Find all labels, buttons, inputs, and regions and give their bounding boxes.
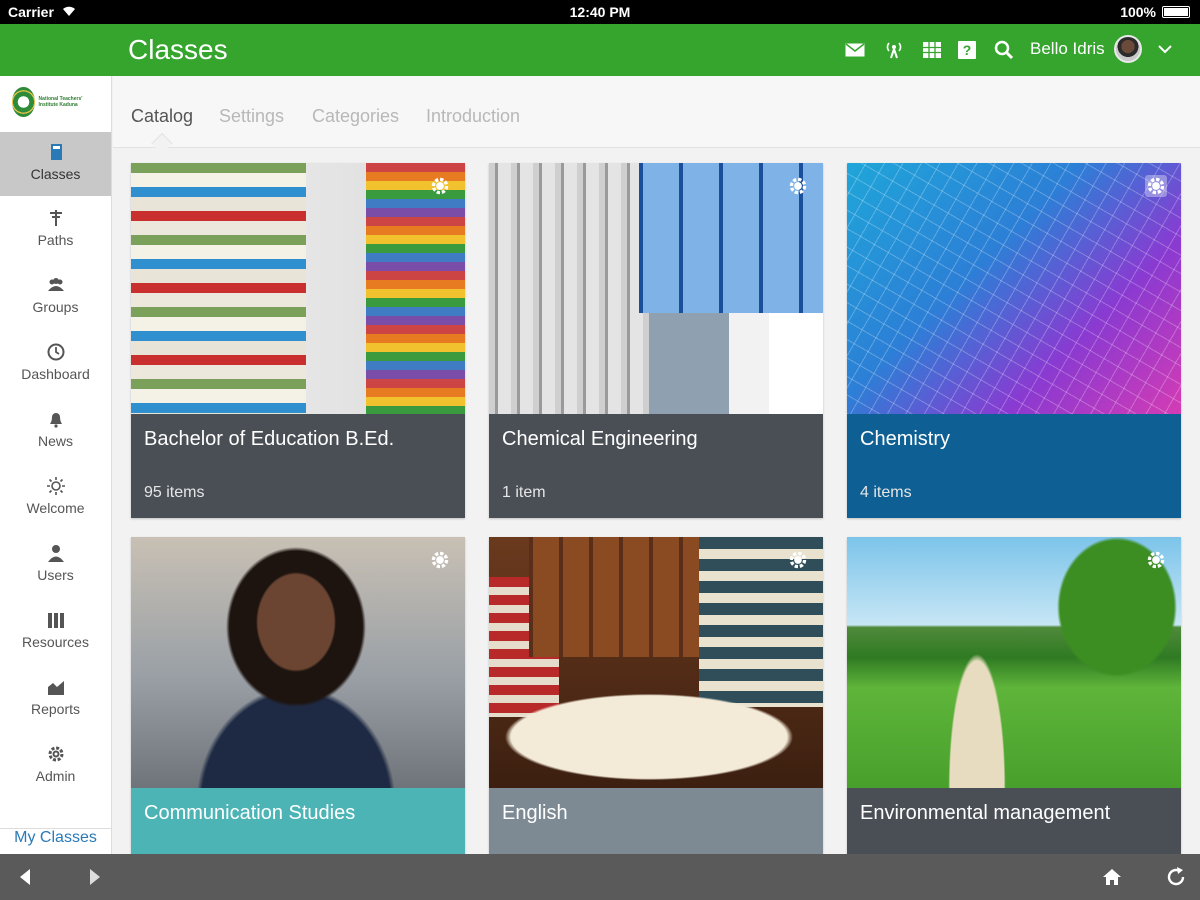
sidebar-item-label: Groups [32,299,79,315]
tab-settings[interactable]: Settings [219,106,284,127]
settings-gear-icon[interactable] [1145,175,1167,197]
status-time: 12:40 PM [569,4,631,20]
sidebar-item-label: Resources [22,634,89,650]
class-image [847,163,1181,414]
back-arrow-icon[interactable] [14,865,38,889]
status-bar: Carrier 12:40 PM 100% [0,0,1200,24]
card-caption: Bachelor of Education B.Ed. 95 items [131,414,465,518]
class-title: English [502,802,568,824]
class-image [131,163,465,414]
sidebar: National Teachers' Institute Kaduna Clas… [0,76,112,854]
gear-icon [48,746,63,762]
card-caption: Chemistry 4 items [847,414,1181,518]
settings-gear-icon[interactable] [429,549,451,571]
class-card[interactable]: Communication Studies [131,537,465,854]
class-image [847,537,1181,788]
tab-bar: Catalog Settings Categories Introduction [113,76,1200,148]
card-caption: Environmental management [847,788,1181,854]
class-card[interactable]: Chemical Engineering 1 item [489,163,823,518]
seal-icon [12,87,35,117]
help-icon[interactable]: ? [955,38,979,62]
class-title: Chemical Engineering [502,428,698,450]
class-item-count: 1 item [502,484,546,501]
sidebar-item-classes[interactable]: Classes [0,132,111,196]
svg-text:?: ? [963,42,972,58]
class-card[interactable]: Bachelor of Education B.Ed. 95 items [131,163,465,518]
sidebar-item-label: Classes [30,166,81,182]
sidebar-item-groups[interactable]: Groups [0,265,111,329]
settings-gear-icon[interactable] [787,549,809,571]
sidebar-item-label: Admin [35,768,76,784]
battery-icon [1162,6,1190,18]
battery-percent: 100% [1120,4,1156,20]
search-icon[interactable] [992,38,1016,62]
avatar[interactable] [1114,35,1142,63]
mail-icon[interactable] [843,38,867,62]
class-item-count: 4 items [860,484,912,501]
signal-icon[interactable] [882,38,906,62]
sidebar-item-reports[interactable]: Reports [0,667,111,731]
settings-gear-icon[interactable] [1145,549,1167,571]
sidebar-item-label: Dashboard [21,366,90,382]
signpost-icon [49,210,62,226]
class-item-count: 95 items [144,484,205,501]
class-image [489,537,823,788]
class-card[interactable]: Chemistry 4 items [847,163,1181,518]
sidebar-item-label: News [37,433,73,449]
home-icon[interactable] [1100,865,1124,889]
class-card[interactable]: Environmental management [847,537,1181,854]
user-name[interactable]: Bello Idris [1030,39,1105,59]
library-icon [47,613,64,628]
logo: National Teachers' Institute Kaduna [12,86,102,118]
class-title: Bachelor of Education B.Ed. [144,428,395,450]
tab-categories[interactable]: Categories [312,106,399,127]
my-classes-link[interactable]: My Classes [0,828,111,854]
clock-icon [47,343,64,361]
sidebar-item-label: Users [37,567,74,583]
sidebar-item-welcome[interactable]: Welcome [0,466,111,530]
sidebar-item-paths[interactable]: Paths [0,198,111,262]
app-header: Classes ? Bello Idris [0,24,1200,76]
bell-icon [49,413,62,428]
sidebar-item-users[interactable]: Users [0,533,111,597]
class-image [131,537,465,788]
user-icon [47,545,64,562]
sidebar-item-label: Reports [30,701,81,717]
chart-icon [47,681,64,695]
chevron-down-icon[interactable] [1156,40,1174,58]
class-image [489,163,823,414]
card-caption: English [489,788,823,854]
group-icon [47,278,64,291]
tab-introduction[interactable]: Introduction [426,106,520,127]
class-title: Communication Studies [144,802,356,824]
book-icon [50,144,62,160]
page-title: Classes [128,34,228,65]
logo-text: National Teachers' Institute Kaduna [38,96,83,108]
sidebar-item-dashboard[interactable]: Dashboard [0,332,111,396]
card-caption: Chemical Engineering 1 item [489,414,823,518]
sidebar-item-label: Welcome [26,500,85,516]
card-caption: Communication Studies [131,788,465,854]
forward-arrow-icon[interactable] [82,865,106,889]
refresh-icon[interactable] [1164,865,1188,889]
settings-gear-icon[interactable] [429,175,451,197]
sun-icon [46,477,65,495]
class-title: Environmental management [860,802,1111,824]
settings-gear-icon[interactable] [787,175,809,197]
sidebar-item-admin[interactable]: Admin [0,734,111,798]
class-title: Chemistry [860,428,951,450]
class-card[interactable]: English [489,537,823,854]
sidebar-item-news[interactable]: News [0,399,111,463]
bottom-toolbar [0,854,1200,900]
sidebar-item-label: Paths [37,232,74,248]
grid-icon[interactable] [920,38,944,62]
tab-catalog[interactable]: Catalog [131,106,193,127]
sidebar-item-resources[interactable]: Resources [0,600,111,664]
